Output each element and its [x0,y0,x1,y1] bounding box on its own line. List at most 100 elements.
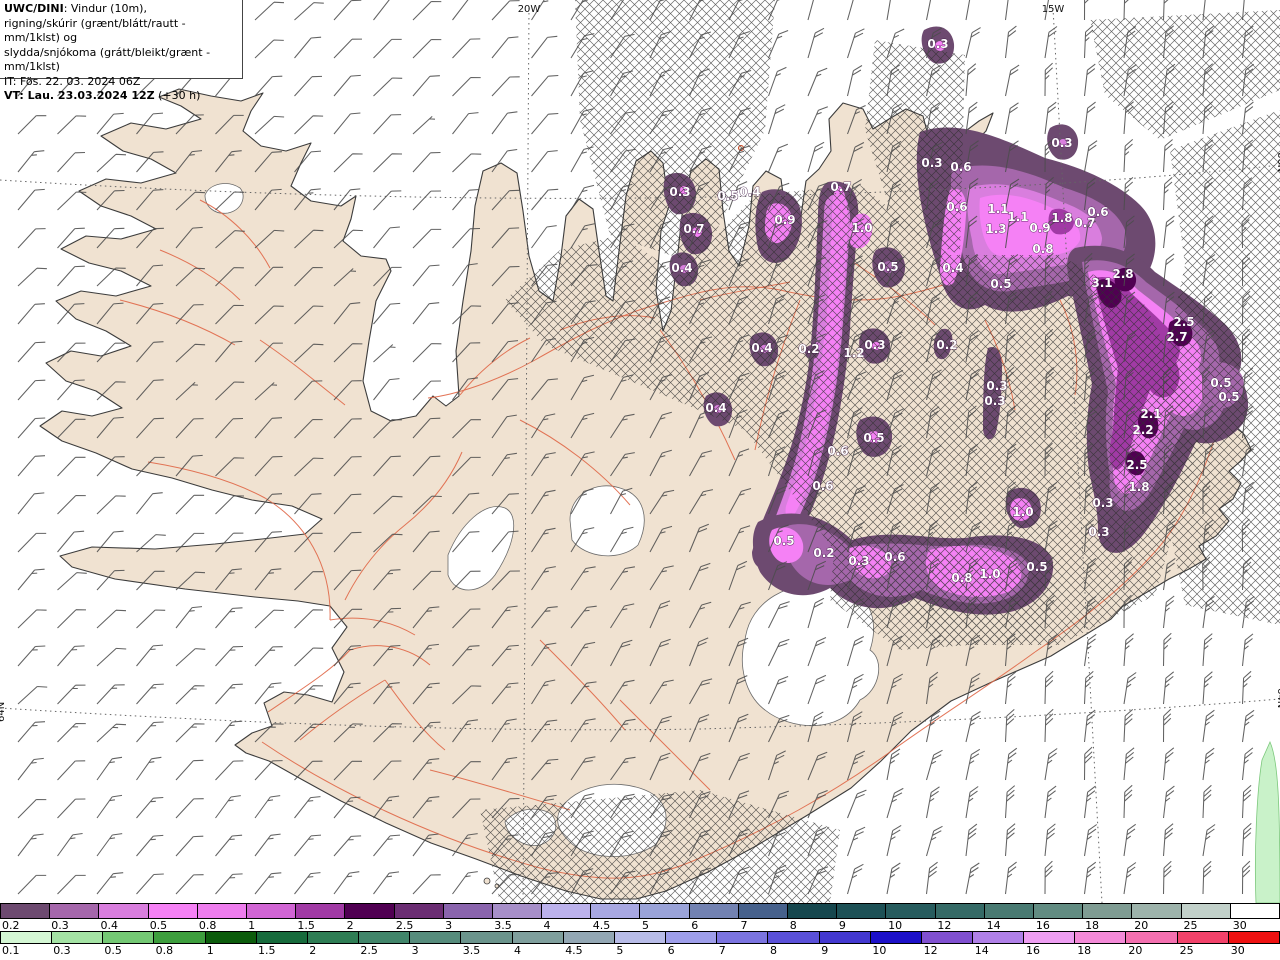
legend-line-5: VT: Lau. 23.03.2024 12Z (+30 h) [4,89,201,102]
scale-tick-label: 30 [1230,944,1245,957]
scale-cell [1075,932,1127,943]
snow-scale-ticks: 0.2 0.3 0.4 0.5 0.8 1 1.5 2 2.5 3 3.5 4 4.5 5 6 7 8 9 10 12… [0,919,1280,932]
precip-value: 1.2 [843,346,864,360]
precip-value: 2.5 [1126,458,1147,472]
precip-value: 0.2 [813,546,834,560]
precip-value: 0.3 [986,379,1007,393]
scale-cell [99,904,149,918]
precip-value: 0.4 [942,261,963,275]
weather-map-app: 0.3 0.3 0.3 0.6 0.5 0.4 0.3 0.7 0.6 1.1 1.1 1.3 0.9 1… [0,0,1280,960]
scale-tick-label: 0.1 [2,944,20,957]
precip-value: 0.3 [1088,525,1109,539]
scale-cell [52,932,104,943]
scale-tick-label: 3 [411,944,419,957]
scale-tick-label: 7 [718,944,726,957]
scale-cell [148,904,198,918]
scale-cell [410,932,462,943]
precip-value: 1.3 [985,222,1006,236]
snow-sleet-scale-bar: 0.2 0.3 0.4 0.5 0.8 1 1.5 2 2.5 3 3.5 4 4.5 5 6 7 8 9 10 12… [0,903,1280,932]
scale-tick-label: 10 [872,944,887,957]
scale-tick-label: 8 [770,944,777,957]
scale-cell [359,932,411,943]
scale-cell [614,932,667,943]
scale-cell [205,932,257,943]
scale-cell [1181,904,1231,918]
precip-value: 0.4 [739,185,760,199]
precip-value: 2.5 [1173,315,1194,329]
scale-cell [492,904,543,918]
precip-value: 0.3 [927,37,948,51]
scale-cell [394,904,444,918]
scale-cell [443,904,493,918]
scale-cell [738,904,788,918]
precip-value: 0.6 [884,550,905,564]
precip-value: 0.5 [717,189,738,203]
rain-scale-cells [0,931,1280,944]
precip-value: 0.3 [669,185,690,199]
parallel-label-66n: 66N [1275,152,1280,172]
precip-value: 3.1 [1091,276,1112,290]
precip-value: 1.0 [979,567,1000,581]
glacier-drangajokull [204,183,244,214]
scale-tick-label: 1 [206,944,214,957]
precip-value: 0.6 [827,444,848,458]
scale-cell [461,932,513,943]
scale-tick-label: 0.3 [53,944,71,957]
scale-tick-label: 4 [514,944,521,957]
legend-line-1: UWC/DINI: Vindur (10m), [4,2,147,15]
precip-value: 0.4 [671,261,692,275]
scale-tick-label: 5 [616,944,624,957]
precip-value: 0.8 [1032,242,1053,256]
scale-cell [1033,904,1084,918]
scale-tick-label: 2 [309,944,317,957]
scale-cell [307,932,360,943]
precip-value: 0.4 [705,401,726,415]
scale-tick-label: 2.5 [360,944,378,957]
scale-cell [1,904,51,918]
legend-line-3: slydda/snjókoma (grátt/bleikt/grænt - mm… [4,45,211,74]
precip-value: 0.7 [683,222,704,236]
weather-map: 0.3 0.3 0.3 0.6 0.5 0.4 0.3 0.7 0.6 1.1 1.1 1.3 0.9 1… [0,0,1280,904]
scale-cell [1132,904,1182,918]
scale-cell [666,932,718,943]
scale-cell [984,904,1034,918]
precip-value: 2.8 [1112,267,1133,281]
scale-cell [1230,904,1279,918]
scale-cell [837,904,887,918]
scale-cell [640,904,690,918]
scale-cell [512,932,564,943]
scale-cell [1177,932,1229,943]
rain-scale-ticks: 0.1 0.3 0.5 0.8 1 1.5 2 2.5 3 3.5 4 4.5 5 6 7 8 9 10 12 14 1… [0,944,1280,960]
scale-tick-label: 16 [1026,944,1040,957]
scale-tick-label: 0.8 [155,944,174,957]
precip-value: 0.5 [1210,376,1231,390]
precip-value: 0.6 [812,479,833,493]
precip-value: 0.2 [936,338,957,352]
precip-value: 0.6 [946,200,967,214]
precip-value: 0.3 [1092,496,1113,510]
meridian-label-20w: 20W [518,4,541,15]
precip-value: 0.5 [1026,560,1047,574]
precip-value: 0.3 [984,394,1005,408]
precip-value: 0.3 [864,338,885,352]
scale-tick-label: 9 [821,944,829,957]
scale-cell [246,904,297,918]
precip-value: 0.3 [848,554,869,568]
scale-cell [1024,932,1076,943]
parallel-label-64n-left: 64N [0,702,7,722]
precip-value: 1.8 [1051,211,1072,225]
scale-cell [972,932,1025,943]
precip-value: 0.9 [774,213,795,227]
scale-tick-label: 6 [667,944,675,957]
snow-scale-cells [0,903,1280,919]
scale-cell [50,904,100,918]
scale-cell [154,932,206,943]
scale-tick-label: 18 [1077,944,1092,957]
scale-tick-label: 1.5 [258,944,276,957]
precip-value: 2.7 [1166,330,1187,344]
precip-value: 0.4 [751,341,772,355]
precip-value: 0.5 [877,260,898,274]
island-vestmannaeyjar [483,877,491,885]
precip-value: 0.5 [990,277,1011,291]
scale-cell [563,932,615,943]
